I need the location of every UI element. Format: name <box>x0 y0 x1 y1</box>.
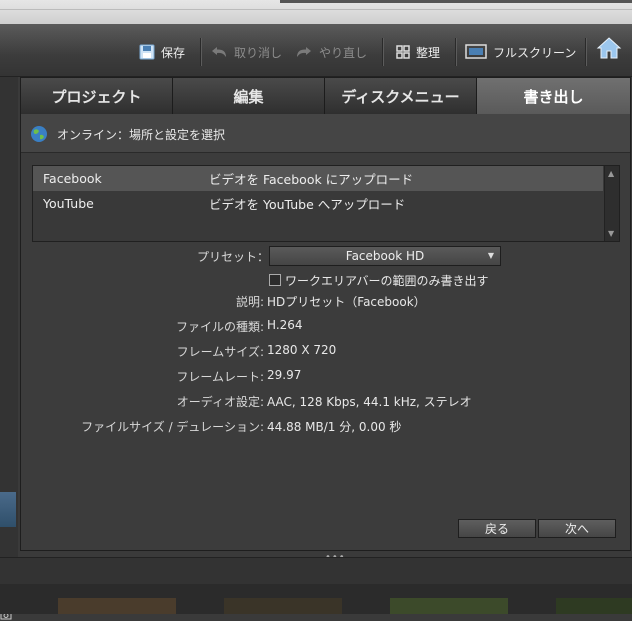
undo-icon <box>212 47 226 57</box>
list-item-desc: ビデオを YouTube へアップロード <box>209 197 406 212</box>
list-item-name: Facebook <box>43 171 102 186</box>
filetype-value: H.264 <box>267 318 303 332</box>
framesize-label: フレームサイズ: <box>176 345 264 359</box>
thumbnail[interactable] <box>390 598 508 614</box>
organize-button[interactable]: 整理 <box>396 42 440 62</box>
workarea-checkbox[interactable] <box>269 274 281 286</box>
filesize-label: ファイルサイズ / デュレーション: <box>81 420 264 434</box>
filetype-label: ファイルの種類: <box>175 320 264 334</box>
back-button[interactable]: 戻る <box>458 519 536 538</box>
framesize-value: 1280 X 720 <box>267 343 337 357</box>
workarea-label: ワークエリアバーの範囲のみ書き出す <box>285 274 489 288</box>
chevron-down-icon: ▼ <box>487 251 494 260</box>
tab-project[interactable]: プロジェクト <box>21 78 173 114</box>
organize-icon <box>396 45 410 59</box>
preset-label: プリセット： <box>196 250 269 264</box>
scroll-up-icon[interactable]: ▲ <box>608 169 614 178</box>
thumbnail[interactable] <box>224 598 342 614</box>
left-panel <box>0 77 18 620</box>
list-item-facebook[interactable]: Facebook ビデオを Facebook にアップロード <box>33 166 603 191</box>
organize-label: 整理 <box>416 45 441 60</box>
save-label: 保存 <box>161 45 186 60</box>
thumbnail[interactable] <box>556 598 632 614</box>
section-title: オンライン：場所と設定を選択 <box>57 128 226 142</box>
media-bin <box>0 557 632 614</box>
list-item-name: YouTube <box>43 196 94 211</box>
framerate-value: 29.97 <box>267 368 302 382</box>
home-icon <box>596 37 622 59</box>
undo-button[interactable]: 取り消し <box>210 42 282 62</box>
redo-button[interactable]: やり直し <box>295 42 367 62</box>
preset-dropdown[interactable]: Facebook HD ▼ <box>269 246 501 266</box>
timeline-strip <box>0 492 16 527</box>
tab-disc-menu[interactable]: ディスクメニュー <box>325 78 477 114</box>
next-button[interactable]: 次へ <box>538 519 616 538</box>
save-button[interactable]: 保存 <box>139 42 185 62</box>
home-button[interactable] <box>596 37 628 59</box>
undo-label: 取り消し <box>234 45 283 60</box>
fullscreen-button[interactable]: フルスクリーン <box>465 42 576 62</box>
list-scrollbar[interactable]: ▲ ▼ <box>604 166 619 241</box>
globe-icon <box>31 126 47 142</box>
desc-value: HDプリセット（Facebook） <box>267 295 426 309</box>
thumbnail[interactable] <box>58 598 176 614</box>
audio-value: AAC, 128 Kbps, 44.1 kHz, ステレオ <box>267 395 472 409</box>
desc-label: 説明: <box>235 295 264 309</box>
fullscreen-icon <box>465 44 487 59</box>
list-item-desc: ビデオを Facebook にアップロード <box>209 172 414 187</box>
destination-list: Facebook ビデオを Facebook にアップロード YouTube ビ… <box>32 165 620 242</box>
audio-label: オーディオ設定: <box>176 395 264 409</box>
title-bar <box>0 0 632 24</box>
filesize-value: 44.88 MB/1 分, 0.00 秒 <box>267 420 402 434</box>
redo-label: やり直し <box>319 45 368 60</box>
toolbar: 保存 取り消し やり直し 整理 フルスクリーン <box>0 24 632 77</box>
export-panel: プロジェクト 編集 ディスクメニュー 書き出し オンライン：場所と設定を選択 F… <box>20 77 631 551</box>
fullscreen-label: フルスクリーン <box>493 45 577 60</box>
tab-bar: プロジェクト 編集 ディスクメニュー 書き出し <box>21 78 630 114</box>
save-icon <box>139 44 155 60</box>
preset-value: Facebook HD <box>345 249 425 263</box>
list-item-youtube[interactable]: YouTube ビデオを YouTube へアップロード <box>33 191 603 216</box>
tab-export[interactable]: 書き出し <box>477 78 630 114</box>
section-header: オンライン：場所と設定を選択 <box>21 114 630 153</box>
tab-edit[interactable]: 編集 <box>173 78 325 114</box>
framerate-label: フレームレート: <box>176 370 264 384</box>
redo-icon <box>297 47 311 57</box>
scroll-down-icon[interactable]: ▼ <box>608 229 614 238</box>
